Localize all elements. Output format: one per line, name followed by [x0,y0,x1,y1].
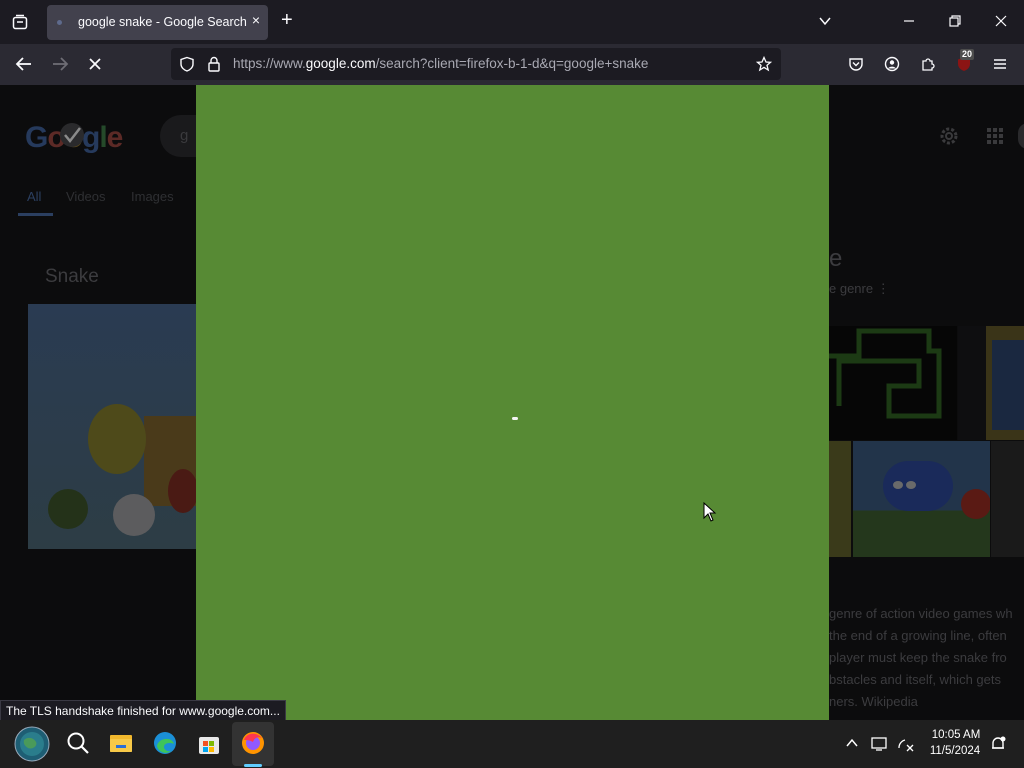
url-scheme: https://www. [233,56,306,71]
tab-title: google snake - Google Search [78,15,247,29]
new-tab-button[interactable]: + [281,10,293,30]
url-bar[interactable]: https://www.google.com/search?client=fir… [171,48,781,80]
snake [512,417,518,420]
knowledge-panel-title-right: e [829,245,843,272]
display-icon[interactable] [871,736,889,756]
search-icon[interactable] [65,730,91,756]
microsoft-store-icon[interactable] [196,730,222,756]
extension-badge: 20 [960,49,975,60]
clock-date[interactable]: 11/5/2024 [924,745,986,757]
snake-game-board[interactable] [196,85,829,720]
tab-all[interactable]: All [27,189,41,204]
snake-preview-image[interactable] [28,304,196,549]
avatar[interactable] [1018,123,1024,149]
pocket-icon[interactable] [848,56,864,76]
tab-close-icon[interactable]: × [252,12,260,28]
thumbnail-blue-game[interactable] [958,326,1024,440]
thumbnail-maze[interactable] [829,326,957,440]
stop-loading-icon[interactable] [87,56,103,76]
list-all-tabs-icon[interactable] [818,14,832,32]
knowledge-panel-subtitle: e genre ⋮ [829,281,890,296]
minimize-icon[interactable] [902,14,916,32]
back-icon[interactable] [15,56,33,76]
edge-browser-icon[interactable] [152,730,178,756]
lock-icon[interactable] [207,56,221,76]
tab-all-underline [18,213,53,216]
navigation-toolbar: https://www.google.com/search?client=fir… [0,44,1024,85]
notifications-icon[interactable] [989,735,1007,757]
url-host: google.com [305,56,376,71]
url-text[interactable]: https://www.google.com/search?client=fir… [233,56,648,71]
network-icon[interactable] [897,736,915,756]
tracking-protection-shield-icon[interactable] [179,56,195,76]
account-icon[interactable] [884,56,900,76]
close-window-icon[interactable] [994,14,1008,32]
firefox-active-indicator [244,764,262,767]
search-input-text: g [180,127,189,144]
extensions-icon[interactable] [920,56,936,76]
tab-loading-icon [57,20,62,25]
checkmark-icon [58,121,86,154]
windows-taskbar: 10:05 AM 11/5/2024 [0,720,1024,768]
tab-videos[interactable]: Videos [66,189,106,204]
restore-icon[interactable] [948,14,962,32]
menu-hamburger-icon[interactable] [992,56,1008,76]
status-bar: The TLS handshake finished for www.googl… [0,700,286,721]
search-results-page: Google g All Videos Images Snake e e gen… [0,85,1024,720]
bookmark-star-icon[interactable] [755,55,773,76]
apps-grid-icon[interactable] [986,127,1004,149]
tab-list-icon[interactable] [12,14,28,34]
thumbnail-snake-field[interactable] [829,441,851,557]
url-path: /search?client=firefox-b-1-d&q=google+sn… [375,56,649,71]
browser-tab-active[interactable]: google snake - Google Search × [47,5,268,40]
tab-images[interactable]: Images [131,189,174,204]
knowledge-panel-title-left: Snake [45,266,99,287]
clock-time[interactable]: 10:05 AM [926,729,986,741]
firefox-icon[interactable] [240,730,266,756]
settings-gear-icon[interactable] [938,125,960,151]
thumbnail-blue-snake[interactable] [853,441,990,557]
tab-bar: google snake - Google Search × + [0,0,1024,44]
mouse-cursor-icon [703,501,717,527]
thumbnail-edge[interactable] [991,441,1024,557]
ublock-extension-icon[interactable]: 20 [956,49,975,76]
file-explorer-icon[interactable] [108,730,134,756]
start-globe-icon[interactable] [14,726,50,762]
forward-icon[interactable] [51,56,69,76]
show-hidden-icons-chevron-icon[interactable] [845,736,859,754]
